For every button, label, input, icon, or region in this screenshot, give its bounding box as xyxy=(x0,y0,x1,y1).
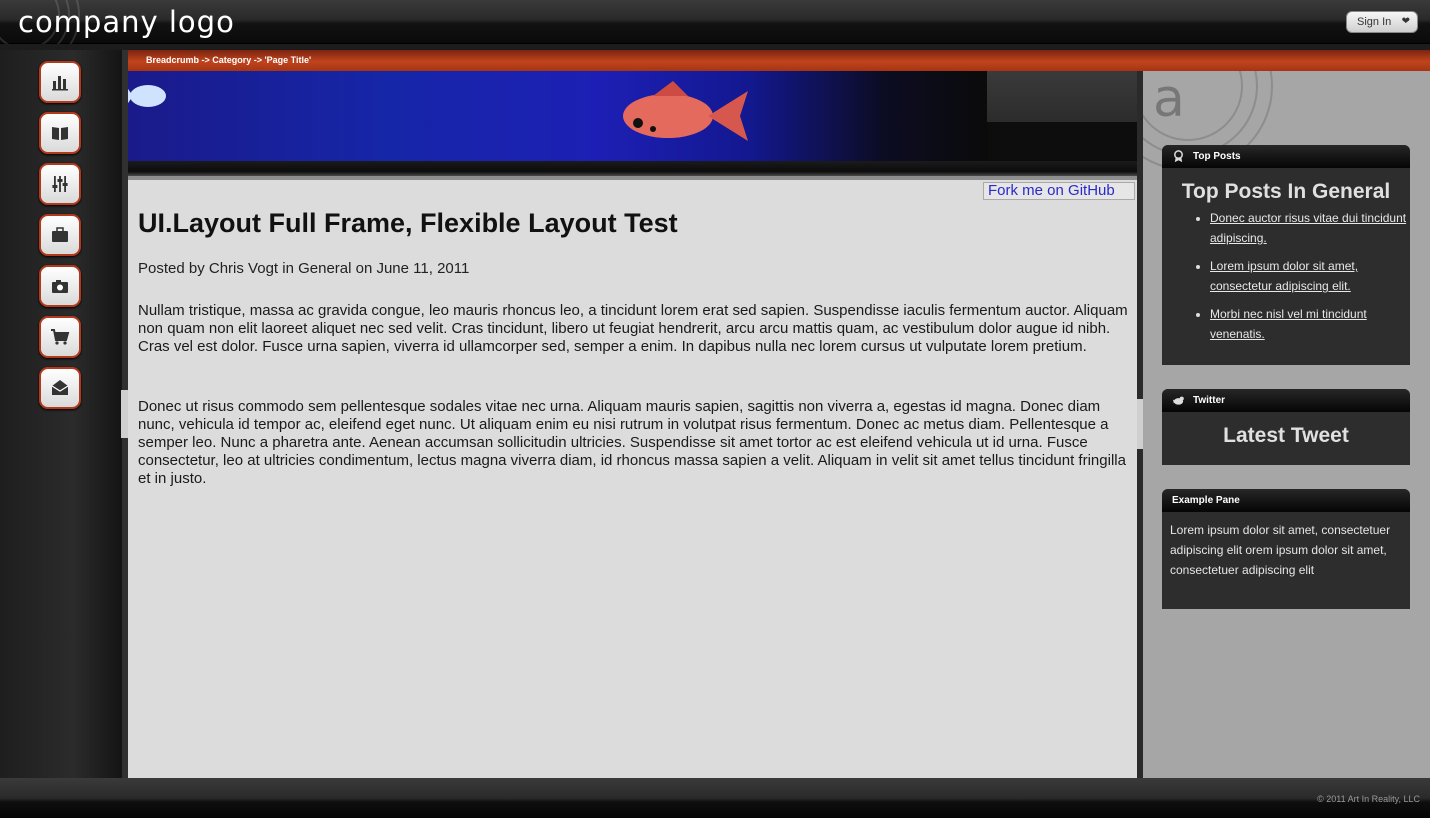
left-nav xyxy=(0,50,122,778)
pane-header-label: Top Posts xyxy=(1193,151,1241,162)
left-pane-resize-handle[interactable] xyxy=(121,390,128,438)
fork-on-github-link[interactable]: Fork me on GitHub xyxy=(983,182,1135,200)
camera-icon xyxy=(52,280,68,293)
bar-chart-icon xyxy=(52,76,68,91)
nav-button-mail[interactable] xyxy=(39,367,81,409)
top-posts-pane: Top Posts Top Posts In General Donec auc… xyxy=(1162,145,1410,365)
mail-icon xyxy=(51,380,69,395)
copyright-text: © 2011 Art In Reality, LLC xyxy=(1317,794,1420,804)
pane-header: Twitter xyxy=(1162,389,1410,412)
list-item: Morbi nec nisl vel mi tincidunt venenati… xyxy=(1210,304,1410,344)
banner-shelf xyxy=(128,161,1137,176)
example-pane-text: Lorem ipsum dolor sit amet, consectetuer… xyxy=(1170,523,1391,577)
post-paragraph: Nullam tristique, massa ac gravida congu… xyxy=(138,302,1128,355)
pane-header: Example Pane xyxy=(1162,489,1410,512)
nav-button-camera[interactable] xyxy=(39,265,81,307)
banner-panel xyxy=(987,71,1137,122)
list-item: Lorem ipsum dolor sit amet, consectetur … xyxy=(1210,256,1410,296)
nav-button-briefcase[interactable] xyxy=(39,214,81,256)
top-post-link[interactable]: Morbi nec nisl vel mi tincidunt venenati… xyxy=(1210,307,1367,341)
post-meta: Posted by Chris Vogt in General on June … xyxy=(138,260,470,277)
page-footer: © 2011 Art In Reality, LLC xyxy=(0,778,1430,818)
list-item: Donec auctor risus vitae dui tincidunt a… xyxy=(1210,208,1410,248)
nav-button-cart[interactable] xyxy=(39,316,81,358)
header-banner xyxy=(128,71,1137,176)
twitter-bird-icon xyxy=(1172,396,1184,405)
top-posts-list: Donec auctor risus vitae dui tincidunt a… xyxy=(1210,208,1410,344)
post-title: UI.Layout Full Frame, Flexible Layout Te… xyxy=(138,208,678,238)
breadcrumb[interactable]: Breadcrumb -> Category -> 'Page Title' xyxy=(146,55,311,65)
right-sidebar: a Top Posts Top Posts In General Donec a… xyxy=(1143,71,1430,778)
cart-icon xyxy=(51,329,70,345)
top-header: company logo Sign In ❤ xyxy=(0,0,1430,44)
award-ribbon-icon xyxy=(1174,150,1183,163)
latest-tweet-title: Latest Tweet xyxy=(1223,424,1349,447)
sign-in-label: Sign In xyxy=(1357,16,1392,28)
nav-button-book[interactable] xyxy=(39,112,81,154)
company-logo[interactable]: company logo xyxy=(18,5,235,39)
pane-header-label: Twitter xyxy=(1193,395,1226,406)
sidebar-watermark-letter: a xyxy=(1153,71,1185,129)
twitter-pane: Twitter Latest Tweet xyxy=(1162,389,1410,465)
book-icon xyxy=(52,127,68,140)
pane-header: Top Posts xyxy=(1162,145,1410,168)
top-post-link[interactable]: Lorem ipsum dolor sit amet, consectetur … xyxy=(1210,259,1358,293)
top-post-link[interactable]: Donec auctor risus vitae dui tincidunt a… xyxy=(1210,211,1406,245)
post-paragraph: Donec ut risus commodo sem pellentesque … xyxy=(138,398,1126,487)
fish-image xyxy=(128,81,748,141)
example-pane: Example Pane Lorem ipsum dolor sit amet,… xyxy=(1162,489,1410,609)
briefcase-icon xyxy=(52,227,68,242)
sign-in-button[interactable]: Sign In ❤ xyxy=(1346,11,1418,33)
nav-button-stats[interactable] xyxy=(39,61,81,103)
sliders-icon xyxy=(52,176,68,192)
pane-header-label: Example Pane xyxy=(1172,495,1240,506)
main-content: Fork me on GitHub UI.Layout Full Frame, … xyxy=(128,176,1137,778)
aquarium-fish-photo xyxy=(128,71,988,161)
nav-button-settings[interactable] xyxy=(39,163,81,205)
chevron-down-icon: ❤ xyxy=(1401,16,1410,27)
breadcrumb-bar: Breadcrumb -> Category -> 'Page Title' xyxy=(128,50,1430,71)
top-posts-title: Top Posts In General xyxy=(1181,180,1391,203)
